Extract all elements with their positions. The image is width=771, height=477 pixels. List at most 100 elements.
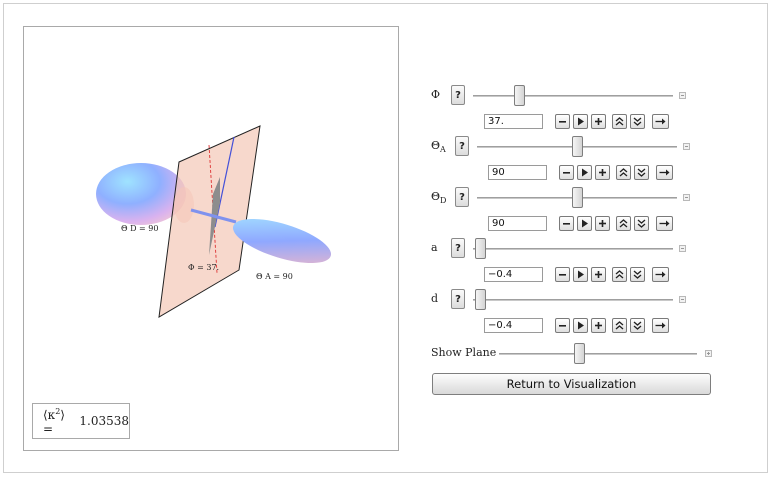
slower-icon [633, 117, 642, 126]
help-button[interactable]: ? [451, 289, 465, 309]
faster-button[interactable] [612, 267, 627, 282]
play-icon [580, 168, 589, 177]
slower-button[interactable] [634, 216, 649, 231]
play-button[interactable] [577, 216, 592, 231]
show-plane-slider-thumb[interactable] [574, 343, 586, 364]
direction-icon [655, 321, 666, 330]
play-icon [580, 219, 589, 228]
faster-icon [615, 270, 624, 279]
return-to-visualization-button[interactable]: Return to Visualization [432, 373, 711, 395]
faster-icon [619, 168, 628, 177]
faster-button[interactable] [616, 165, 631, 180]
slower-icon [633, 321, 642, 330]
direction-button[interactable] [656, 216, 673, 231]
value-field[interactable]: 37. [484, 114, 543, 129]
show-plane-row: Show Plane [431, 343, 716, 365]
minus-button[interactable] [559, 216, 574, 231]
slider-thumb[interactable] [571, 136, 583, 157]
play-button[interactable] [573, 114, 588, 129]
value-field[interactable]: 90 [488, 165, 547, 180]
slower-icon [637, 219, 646, 228]
play-icon [576, 270, 585, 279]
plus-button[interactable] [591, 318, 606, 333]
kappa-label: ⟨κ2⟩ = [43, 406, 65, 436]
minus-button[interactable] [559, 165, 574, 180]
orbital-lobe-d-front [174, 187, 194, 223]
play-icon [576, 117, 585, 126]
plus-icon [594, 321, 603, 330]
direction-button[interactable] [652, 318, 669, 333]
minus-button[interactable] [555, 318, 570, 333]
expand-controls-icon[interactable] [679, 245, 686, 252]
direction-button[interactable] [652, 267, 669, 282]
slower-button[interactable] [634, 165, 649, 180]
direction-icon [659, 219, 670, 228]
phi-label: Φ = 37. [188, 263, 220, 272]
faster-icon [615, 321, 624, 330]
slider-track[interactable] [473, 95, 673, 97]
show-plane-expand-icon[interactable] [705, 350, 712, 357]
control-label: Φ [431, 88, 441, 101]
minus-icon [562, 219, 571, 228]
expand-controls-icon[interactable] [679, 296, 686, 303]
control-row: a? [431, 238, 691, 260]
minus-icon [558, 117, 567, 126]
slower-button[interactable] [630, 318, 645, 333]
orbital-scene[interactable] [24, 27, 400, 452]
help-button[interactable]: ? [455, 187, 469, 207]
slider-thumb[interactable] [475, 238, 486, 259]
show-plane-label: Show Plane [431, 346, 497, 359]
help-button[interactable]: ? [451, 238, 465, 258]
minus-icon [562, 168, 571, 177]
minus-button[interactable] [555, 114, 570, 129]
slider-thumb[interactable] [571, 187, 583, 208]
plus-button[interactable] [591, 114, 606, 129]
control-row: ΘA? [431, 136, 691, 158]
help-button[interactable]: ? [451, 85, 465, 105]
plus-button[interactable] [595, 216, 610, 231]
slower-button[interactable] [630, 267, 645, 282]
slider-track[interactable] [473, 248, 673, 250]
visualization-panel[interactable]: Θ D = 90 Φ = 37. Θ A = 90 ⟨κ2⟩ = 1.03538 [23, 26, 399, 451]
expand-controls-icon[interactable] [683, 194, 690, 201]
slider-thumb[interactable] [513, 85, 525, 106]
value-field[interactable]: 90 [488, 216, 547, 231]
value-row: −0.4 [484, 318, 674, 334]
faster-button[interactable] [616, 216, 631, 231]
slider-thumb[interactable] [475, 289, 486, 310]
direction-button[interactable] [656, 165, 673, 180]
expand-controls-icon[interactable] [679, 92, 686, 99]
plus-button[interactable] [595, 165, 610, 180]
direction-icon [655, 117, 666, 126]
control-label: ΘA [431, 139, 446, 155]
play-button[interactable] [573, 267, 588, 282]
play-button[interactable] [573, 318, 588, 333]
slower-button[interactable] [630, 114, 645, 129]
control-row: Φ? [431, 85, 691, 107]
value-row: 90 [488, 216, 678, 232]
play-icon [576, 321, 585, 330]
slower-icon [633, 270, 642, 279]
show-plane-slider-track[interactable] [499, 353, 697, 355]
value-field[interactable]: −0.4 [484, 267, 543, 282]
kappa-readout: ⟨κ2⟩ = 1.03538 [32, 403, 130, 439]
value-field[interactable]: −0.4 [484, 318, 543, 333]
plus-button[interactable] [591, 267, 606, 282]
play-button[interactable] [577, 165, 592, 180]
help-button[interactable]: ? [455, 136, 469, 156]
minus-icon [558, 321, 567, 330]
kappa-value: 1.03538 [79, 414, 129, 428]
plus-icon [594, 117, 603, 126]
direction-icon [655, 270, 666, 279]
theta-a-label: Θ A = 90 [256, 272, 293, 281]
faster-button[interactable] [612, 318, 627, 333]
value-row: 90 [488, 165, 678, 181]
direction-button[interactable] [652, 114, 669, 129]
theta-d-label: Θ D = 90 [121, 224, 159, 233]
slider-track[interactable] [473, 299, 673, 301]
control-row: d? [431, 289, 691, 311]
plus-icon [594, 270, 603, 279]
minus-button[interactable] [555, 267, 570, 282]
expand-controls-icon[interactable] [683, 143, 690, 150]
faster-button[interactable] [612, 114, 627, 129]
